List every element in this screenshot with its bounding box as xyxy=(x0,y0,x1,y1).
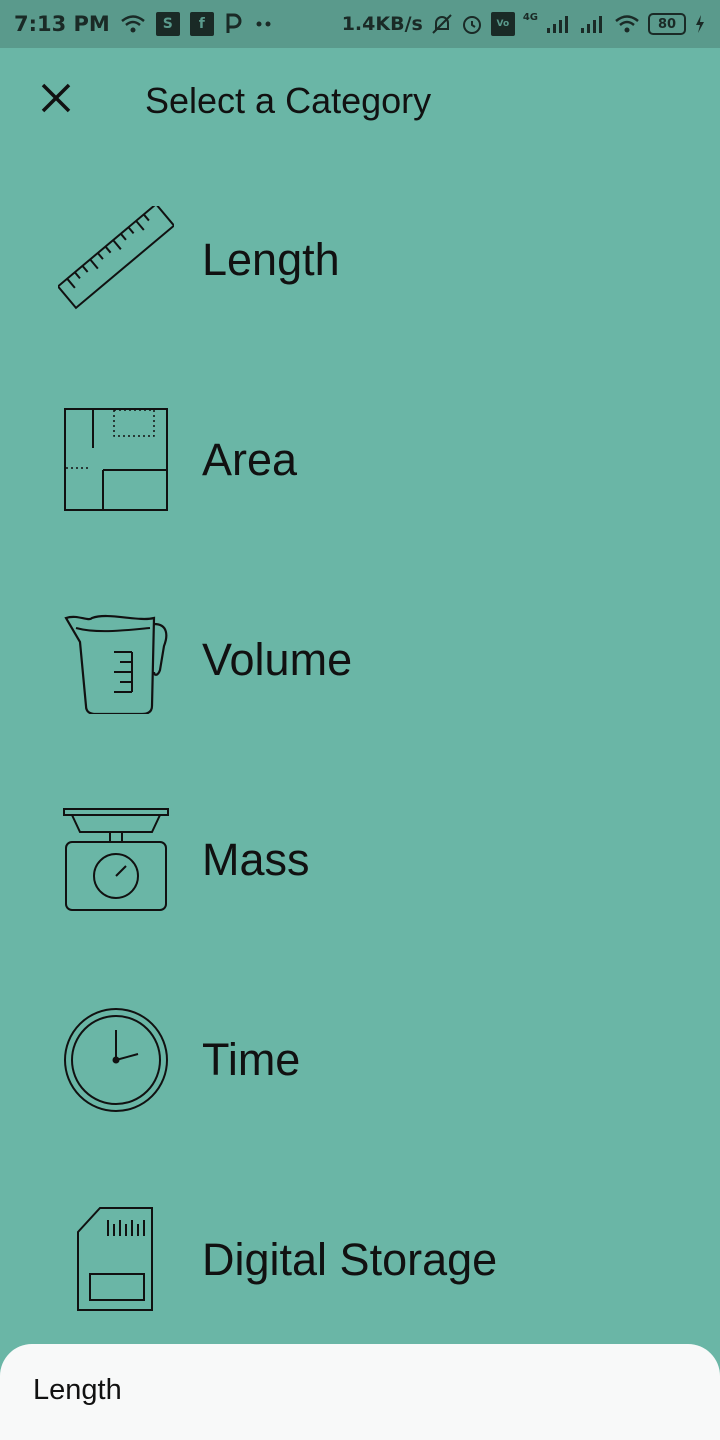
category-item-digital-storage[interactable]: Digital Storage xyxy=(0,1160,720,1360)
signal-icon xyxy=(580,14,606,34)
more-dots-icon xyxy=(252,19,276,29)
category-label: Volume xyxy=(202,634,353,685)
status-bar: 7:13 PM S f 1.4KB/s Vo 4G 80 xyxy=(0,0,720,48)
volte-icon: Vo xyxy=(490,12,515,36)
category-item-length[interactable]: Length xyxy=(0,160,720,360)
paytm-icon xyxy=(224,13,242,35)
category-label: Digital Storage xyxy=(202,1234,498,1285)
wifi-icon xyxy=(120,14,146,34)
page-title: Select a Category xyxy=(145,80,432,121)
close-icon xyxy=(40,82,72,114)
bottom-sheet[interactable]: Length xyxy=(0,1344,720,1440)
category-item-mass[interactable]: Mass xyxy=(0,760,720,960)
network-speed: 1.4KB/s xyxy=(341,13,423,35)
category-label: Mass xyxy=(202,834,310,885)
category-label: Length xyxy=(202,234,340,285)
signal-icon xyxy=(546,14,572,34)
category-list: Length Area Volume Mass Time Digital Sto… xyxy=(0,160,720,1360)
measuring-cup-icon xyxy=(58,606,174,714)
alarm-icon xyxy=(461,13,483,35)
selected-category-label: Length xyxy=(33,1374,122,1406)
close-button[interactable] xyxy=(30,72,82,124)
clock-icon xyxy=(58,1006,174,1114)
weighing-scale-icon xyxy=(58,806,174,914)
category-item-time[interactable]: Time xyxy=(0,960,720,1160)
battery-level: 80 xyxy=(657,16,677,32)
facebook-icon: f xyxy=(189,12,214,36)
ruler-icon xyxy=(58,206,174,314)
category-item-volume[interactable]: Volume xyxy=(0,560,720,760)
floor-plan-icon xyxy=(58,406,174,514)
category-label: Time xyxy=(202,1034,301,1085)
header: Select a Category xyxy=(0,48,720,160)
muted-bell-icon xyxy=(431,13,453,35)
category-label: Area xyxy=(202,434,298,485)
wifi-icon xyxy=(614,14,640,34)
instagram-s-icon: S xyxy=(155,12,180,36)
battery-icon: 80 xyxy=(648,13,686,35)
status-time: 7:13 PM xyxy=(14,12,110,36)
sd-card-icon xyxy=(58,1206,174,1314)
category-item-area[interactable]: Area xyxy=(0,360,720,560)
charging-icon xyxy=(694,14,706,34)
network-type: 4G xyxy=(522,12,538,23)
